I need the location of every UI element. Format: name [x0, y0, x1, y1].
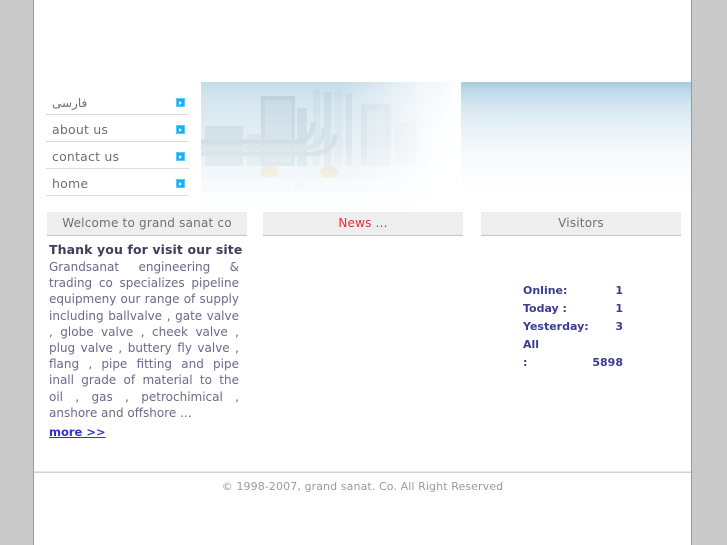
welcome-panel-heading: Welcome to grand sanat co: [47, 212, 247, 236]
visitor-stats: Online: 1 Today : 1 Yesterday: 3 All : 5898: [523, 282, 681, 372]
stats-label: Yesterday:: [523, 320, 589, 333]
welcome-body-text: Grandsanat engineering & trading co spec…: [49, 260, 239, 420]
stats-value: 1: [615, 284, 623, 297]
stats-label-all-colon: :: [523, 356, 528, 369]
refinery-photo-icon: [201, 82, 431, 210]
stats-label: Today :: [523, 302, 567, 315]
stats-row-all: : 5898: [523, 354, 681, 372]
stats-row-today: Today : 1: [523, 300, 681, 318]
main-navigation: فارسی about us contact us home: [46, 88, 189, 196]
arrow-bullet-icon: [176, 125, 185, 134]
content-columns: Welcome to grand sanat co Thank you for …: [34, 212, 691, 470]
welcome-title: Thank you for visit our site: [49, 242, 243, 257]
arrow-bullet-icon: [176, 179, 185, 188]
stats-value-all: 5898: [592, 356, 623, 369]
nav-item-farsi[interactable]: فارسی: [46, 88, 189, 115]
news-panel: News ...: [263, 212, 463, 242]
visitors-panel-heading: Visitors: [481, 212, 681, 236]
footer-divider: [34, 471, 691, 473]
stats-row-online: Online: 1: [523, 282, 681, 300]
stats-label: Online:: [523, 284, 568, 297]
nav-item-about-us[interactable]: about us: [46, 115, 189, 142]
banner-image: [201, 82, 691, 210]
nav-item-contact-us[interactable]: contact us: [46, 142, 189, 169]
footer-copyright: © 1998-2007, grand sanat. Co. All Right …: [221, 480, 504, 493]
welcome-panel: Welcome to grand sanat co Thank you for …: [47, 212, 247, 440]
stats-value: 3: [615, 320, 623, 333]
news-panel-heading: News ...: [263, 212, 463, 236]
arrow-bullet-icon: [176, 152, 185, 161]
welcome-panel-body: Thank you for visit our site Grandsanat …: [47, 236, 247, 440]
page-container: فارسی about us contact us home Welcome t…: [33, 0, 692, 545]
arrow-bullet-icon: [176, 98, 185, 107]
nav-item-label: about us: [52, 122, 109, 137]
nav-item-label: home: [52, 176, 89, 191]
stats-row-yesterday: Yesterday: 3: [523, 318, 681, 336]
visitors-panel: Visitors Online: 1 Today : 1 Yesterday: 3 A…: [481, 212, 681, 372]
stats-label-all: All: [523, 338, 540, 351]
stats-value: 1: [615, 302, 623, 315]
nav-item-home[interactable]: home: [46, 169, 189, 196]
visitors-panel-body: Online: 1 Today : 1 Yesterday: 3 All : 5898: [481, 236, 681, 372]
nav-item-label: فارسی: [52, 96, 88, 110]
more-link[interactable]: more >>: [49, 425, 106, 439]
nav-item-label: contact us: [52, 149, 120, 164]
news-panel-body: [263, 236, 463, 242]
masthead: فارسی about us contact us home: [34, 82, 691, 210]
